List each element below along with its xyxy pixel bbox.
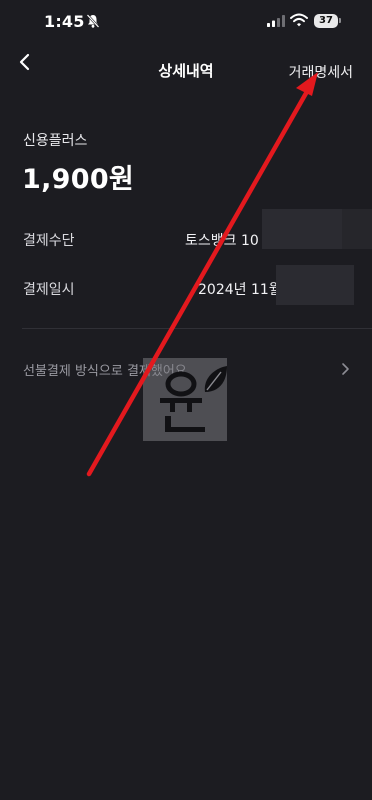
chevron-right-icon [342,363,349,375]
status-bar: 1:45 37 [0,0,372,44]
merchant-name: 신용플러스 [23,133,88,149]
battery-cap [339,18,341,23]
transaction-detail-screen: 1:45 37 상세내역 거래명세서 신용플러스 1,900원 결제수단 토스뱅… [0,0,372,800]
payment-method-value: 토스뱅크 10 [185,233,259,249]
wifi-icon [290,13,308,27]
payment-datetime-value: 2024년 11월 [198,282,282,298]
redaction-box [262,209,342,249]
payment-method-label: 결제수단 [23,233,75,249]
leaf-watermark-icon [160,366,227,432]
divider [22,328,372,329]
redaction-box [342,209,372,249]
watermark-logo [143,358,227,441]
cellular-signal-icon [267,15,285,27]
battery-indicator: 37 [314,14,338,28]
payment-datetime-label: 결제일시 [23,282,75,298]
bell-muted-icon [86,14,100,28]
transaction-amount: 1,900원 [22,164,135,195]
redaction-box [276,265,354,305]
status-time: 1:45 [44,12,85,31]
transaction-statement-button[interactable]: 거래명세서 [289,62,353,82]
